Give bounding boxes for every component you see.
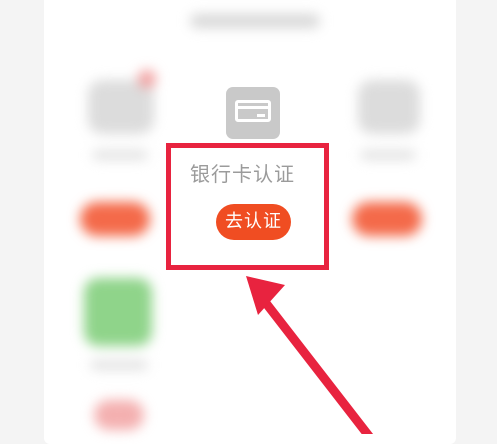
arrow-shaft — [257, 293, 374, 434]
arrow-annotation-icon — [246, 276, 374, 434]
